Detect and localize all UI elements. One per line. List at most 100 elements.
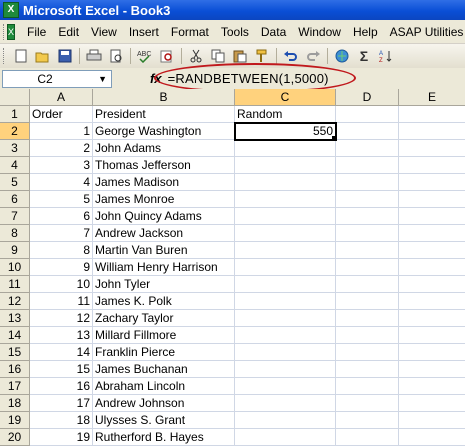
fill-handle[interactable]	[332, 136, 337, 141]
cell-b[interactable]: Andrew Jackson	[93, 225, 235, 242]
cell-d[interactable]	[336, 157, 399, 174]
menu-tools[interactable]: Tools	[215, 25, 255, 39]
cell-b[interactable]: William Henry Harrison	[93, 259, 235, 276]
cell-c[interactable]	[235, 378, 336, 395]
active-cell[interactable]: 550	[234, 122, 337, 141]
row-header[interactable]: 9	[0, 242, 30, 259]
row-header[interactable]: 1	[0, 106, 30, 123]
row-header[interactable]: 10	[0, 259, 30, 276]
cell-c[interactable]	[235, 429, 336, 446]
menu-insert[interactable]: Insert	[123, 25, 165, 39]
cell-c[interactable]	[235, 259, 336, 276]
cell-e[interactable]	[399, 225, 465, 242]
cell-d[interactable]	[336, 412, 399, 429]
menu-view[interactable]: View	[85, 25, 123, 39]
cell-d[interactable]	[336, 140, 399, 157]
cell-d[interactable]	[336, 208, 399, 225]
cell-c[interactable]	[235, 276, 336, 293]
cell-a[interactable]: 10	[30, 276, 93, 293]
cell-a[interactable]: 6	[30, 208, 93, 225]
cell-d[interactable]	[336, 276, 399, 293]
cell-b[interactable]: Ulysses S. Grant	[93, 412, 235, 429]
menu-window[interactable]: Window	[292, 25, 347, 39]
row-header[interactable]: 5	[0, 174, 30, 191]
cell-b[interactable]: James Buchanan	[93, 361, 235, 378]
cell-c[interactable]	[235, 327, 336, 344]
cell-e[interactable]	[399, 208, 465, 225]
cell-b[interactable]: James Monroe	[93, 191, 235, 208]
column-header-e[interactable]: E	[399, 89, 465, 106]
cell-b[interactable]: Zachary Taylor	[93, 310, 235, 327]
cell-e[interactable]	[399, 123, 465, 140]
cell-c[interactable]	[235, 293, 336, 310]
column-header-d[interactable]: D	[336, 89, 399, 106]
row-header[interactable]: 3	[0, 140, 30, 157]
cell-a[interactable]: 19	[30, 429, 93, 446]
cell-d[interactable]	[336, 259, 399, 276]
formula-input[interactable]: =RANDBETWEEN(1,5000)	[168, 71, 329, 86]
row-header[interactable]: 12	[0, 293, 30, 310]
row-header[interactable]: 20	[0, 429, 30, 446]
cell-d[interactable]	[336, 378, 399, 395]
research-icon[interactable]	[158, 47, 176, 65]
row-header[interactable]: 14	[0, 327, 30, 344]
row-header[interactable]: 11	[0, 276, 30, 293]
copy-icon[interactable]	[209, 47, 227, 65]
cell-c[interactable]: Random	[235, 106, 336, 123]
cell-d[interactable]	[336, 225, 399, 242]
cell-d[interactable]	[336, 395, 399, 412]
cell-e[interactable]	[399, 344, 465, 361]
cell-d[interactable]	[336, 293, 399, 310]
cell-b[interactable]: Rutherford B. Hayes	[93, 429, 235, 446]
cell-a[interactable]: 11	[30, 293, 93, 310]
cell-e[interactable]	[399, 378, 465, 395]
cut-icon[interactable]	[187, 47, 205, 65]
cell-a[interactable]: 1	[30, 123, 93, 140]
cell-b[interactable]: John Quincy Adams	[93, 208, 235, 225]
cell-b[interactable]: President	[93, 106, 235, 123]
row-header[interactable]: 16	[0, 361, 30, 378]
column-header-b[interactable]: B	[93, 89, 235, 106]
select-all-corner[interactable]	[0, 89, 30, 106]
cell-a[interactable]: 9	[30, 259, 93, 276]
redo-icon[interactable]	[304, 47, 322, 65]
cell-c[interactable]	[235, 191, 336, 208]
insert-function-icon[interactable]: fx	[150, 71, 162, 86]
chevron-down-icon[interactable]: ▼	[98, 74, 107, 84]
format-painter-icon[interactable]	[253, 47, 271, 65]
cell-d[interactable]	[336, 174, 399, 191]
cell-b[interactable]: John Tyler	[93, 276, 235, 293]
cell-a[interactable]: 18	[30, 412, 93, 429]
cell-a[interactable]: Order	[30, 106, 93, 123]
undo-icon[interactable]	[282, 47, 300, 65]
cell-a[interactable]: 4	[30, 174, 93, 191]
cell-e[interactable]	[399, 242, 465, 259]
cell-e[interactable]	[399, 293, 465, 310]
cell-b[interactable]: Abraham Lincoln	[93, 378, 235, 395]
row-header[interactable]: 2	[0, 123, 30, 140]
cell-d[interactable]	[336, 191, 399, 208]
toolbar-grip[interactable]	[3, 48, 7, 64]
cell-c[interactable]	[235, 344, 336, 361]
row-header[interactable]: 4	[0, 157, 30, 174]
cell-a[interactable]: 13	[30, 327, 93, 344]
cell-b[interactable]: Martin Van Buren	[93, 242, 235, 259]
cell-e[interactable]	[399, 310, 465, 327]
cell-d[interactable]	[336, 344, 399, 361]
spelling-icon[interactable]: ABC	[136, 47, 154, 65]
cell-a[interactable]: 17	[30, 395, 93, 412]
menu-format[interactable]: Format	[165, 25, 215, 39]
cell-b[interactable]: Millard Fillmore	[93, 327, 235, 344]
cell-e[interactable]	[399, 259, 465, 276]
print-preview-icon[interactable]	[107, 47, 125, 65]
row-header[interactable]: 17	[0, 378, 30, 395]
cell-b[interactable]: John Adams	[93, 140, 235, 157]
cell-a[interactable]: 16	[30, 378, 93, 395]
cell-e[interactable]	[399, 157, 465, 174]
cell-e[interactable]	[399, 327, 465, 344]
excel-icon[interactable]: X	[3, 2, 19, 18]
cell-e[interactable]	[399, 395, 465, 412]
cell-a[interactable]: 15	[30, 361, 93, 378]
cell-c[interactable]	[235, 140, 336, 157]
cell-b[interactable]: George Washington	[93, 123, 235, 140]
